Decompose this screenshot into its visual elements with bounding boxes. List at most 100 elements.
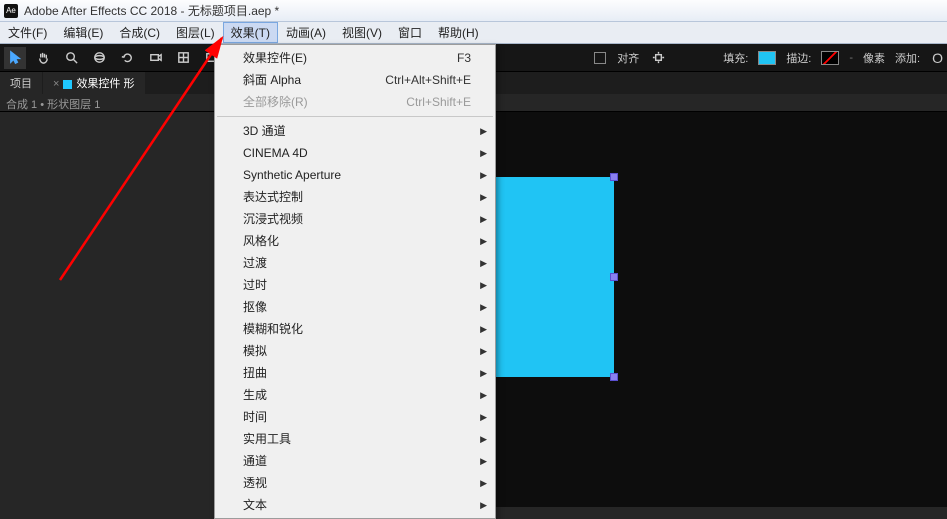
menu-stylize[interactable]: 风格化▶	[215, 230, 495, 252]
menu-layer[interactable]: 图层(L)	[168, 22, 223, 43]
submenu-arrow-icon: ▶	[480, 365, 487, 381]
menu-window[interactable]: 窗口	[390, 22, 430, 43]
snapping-icon[interactable]	[647, 47, 669, 69]
submenu-arrow-icon: ▶	[480, 497, 487, 513]
menu-bevel-alpha[interactable]: 斜面 Alpha Ctrl+Alt+Shift+E	[215, 69, 495, 91]
menu-item-label: CINEMA 4D	[243, 145, 308, 161]
submenu-arrow-icon: ▶	[480, 409, 487, 425]
submenu-arrow-icon: ▶	[480, 189, 487, 205]
menu-file[interactable]: 文件(F)	[0, 22, 55, 43]
menu-item-label: 透视	[243, 475, 267, 491]
menu-help[interactable]: 帮助(H)	[430, 22, 487, 43]
menu-item-label: 表达式控制	[243, 189, 303, 205]
menu-obsolete[interactable]: 过时 ▶	[215, 274, 495, 296]
tab-effect-controls-label: 效果控件 形	[76, 78, 134, 90]
left-panel	[0, 112, 214, 507]
menu-item-label: 文本	[243, 497, 267, 513]
menu-item-label: 3D 通道	[243, 123, 286, 139]
submenu-arrow-icon: ▶	[480, 255, 487, 271]
tab-effect-controls[interactable]: ×效果控件 形	[43, 71, 145, 94]
submenu-arrow-icon: ▶	[480, 475, 487, 491]
submenu-arrow-icon: ▶	[480, 277, 487, 293]
fill-swatch[interactable]	[758, 51, 776, 65]
tab-project[interactable]: 项目	[0, 71, 42, 94]
window-titlebar: Ae Adobe After Effects CC 2018 - 无标题项目.a…	[0, 0, 947, 22]
menu-item-label: 模拟	[243, 343, 267, 359]
menu-item-label: 风格化	[243, 233, 279, 249]
menu-channel[interactable]: 通道 ▶	[215, 450, 495, 472]
handle-tr[interactable]	[610, 173, 618, 181]
menu-item-label: 效果控件(E)	[243, 50, 307, 66]
menu-item-label: 实用工具	[243, 431, 291, 447]
menu-cinema4d[interactable]: CINEMA 4D ▶	[215, 142, 495, 164]
layer-color-icon	[63, 80, 72, 89]
menu-edit[interactable]: 编辑(E)	[55, 22, 111, 43]
selection-tool-icon[interactable]	[4, 47, 26, 69]
menu-3d-channel[interactable]: 3D 通道 ▶	[215, 120, 495, 142]
menu-view[interactable]: 视图(V)	[334, 22, 390, 43]
menu-item-label: 斜面 Alpha	[243, 72, 301, 88]
submenu-arrow-icon: ▶	[480, 211, 487, 227]
handle-mr[interactable]	[610, 273, 618, 281]
menu-generate[interactable]: 生成 ▶	[215, 384, 495, 406]
submenu-arrow-icon: ▶	[480, 321, 487, 337]
submenu-arrow-icon: ▶	[480, 123, 487, 139]
menu-effect-controls[interactable]: 效果控件(E) F3	[215, 47, 495, 69]
stroke-label: 描边:	[786, 50, 811, 66]
panbehind-tool-icon[interactable]	[172, 47, 194, 69]
menu-item-label: 全部移除(R)	[243, 94, 308, 110]
menu-item-label: 生成	[243, 387, 267, 403]
camera-tool-icon[interactable]	[144, 47, 166, 69]
submenu-arrow-icon: ▶	[480, 167, 487, 183]
menu-time[interactable]: 时间 ▶	[215, 406, 495, 428]
menu-effect[interactable]: 效果(T)	[223, 22, 278, 43]
menu-animation[interactable]: 动画(A)	[278, 22, 334, 43]
fill-label: 填充:	[723, 50, 748, 66]
submenu-arrow-icon: ▶	[480, 387, 487, 403]
menu-utility[interactable]: 实用工具 ▶	[215, 428, 495, 450]
submenu-arrow-icon: ▶	[480, 343, 487, 359]
menu-distort[interactable]: 扭曲 ▶	[215, 362, 495, 384]
menu-text[interactable]: 文本 ▶	[215, 494, 495, 516]
hand-tool-icon[interactable]	[32, 47, 54, 69]
submenu-arrow-icon: ▶	[480, 453, 487, 469]
menu-remove-all: 全部移除(R) Ctrl+Shift+E	[215, 91, 495, 113]
menu-synthetic-aperture[interactable]: Synthetic Aperture ▶	[215, 164, 495, 186]
menu-item-label: 扭曲	[243, 365, 267, 381]
menu-expression-controls[interactable]: 表达式控制 ▶	[215, 186, 495, 208]
zoom-tool-icon[interactable]	[60, 47, 82, 69]
menu-item-shortcut: Ctrl+Shift+E	[406, 94, 471, 110]
menu-item-label: 过渡	[243, 255, 267, 271]
app-icon: Ae	[4, 4, 18, 18]
menu-simulation[interactable]: 模拟 ▶	[215, 340, 495, 362]
menu-item-label: 时间	[243, 409, 267, 425]
menu-item-label: 过时	[243, 277, 267, 293]
snap-checkbox[interactable]	[594, 52, 606, 64]
stroke-unit: 像素	[863, 50, 885, 66]
orbit-tool-icon[interactable]	[88, 47, 110, 69]
menu-item-label: 抠像	[243, 299, 267, 315]
submenu-arrow-icon: ▶	[480, 431, 487, 447]
menu-immersive-video[interactable]: 沉浸式视频▶	[215, 208, 495, 230]
menu-keying[interactable]: 抠像▶	[215, 296, 495, 318]
menu-item-label: 通道	[243, 453, 267, 469]
menu-item-label: Synthetic Aperture	[243, 167, 341, 183]
menu-composition[interactable]: 合成(C)	[111, 22, 168, 43]
menu-item-shortcut: Ctrl+Alt+Shift+E	[385, 72, 471, 88]
align-label: 对齐	[617, 50, 639, 66]
menu-transition[interactable]: 过渡 ▶	[215, 252, 495, 274]
add-shape-button[interactable]: O	[932, 50, 943, 66]
effect-menu-dropdown: 效果控件(E) F3 斜面 Alpha Ctrl+Alt+Shift+E 全部移…	[214, 44, 496, 519]
stroke-swatch[interactable]	[821, 51, 839, 65]
menu-separator	[217, 116, 493, 117]
menu-item-label: 模糊和锐化	[243, 321, 303, 337]
submenu-arrow-icon: ▶	[480, 145, 487, 161]
rotate-tool-icon[interactable]	[116, 47, 138, 69]
menu-item-shortcut: F3	[457, 50, 471, 66]
window-title: Adobe After Effects CC 2018 - 无标题项目.aep …	[24, 2, 279, 19]
menu-perspective[interactable]: 透视 ▶	[215, 472, 495, 494]
menu-blur-sharpen[interactable]: 模糊和锐化 ▶	[215, 318, 495, 340]
handle-br[interactable]	[610, 373, 618, 381]
add-label: 添加:	[895, 50, 920, 66]
menu-bar: 文件(F) 编辑(E) 合成(C) 图层(L) 效果(T) 动画(A) 视图(V…	[0, 22, 947, 44]
